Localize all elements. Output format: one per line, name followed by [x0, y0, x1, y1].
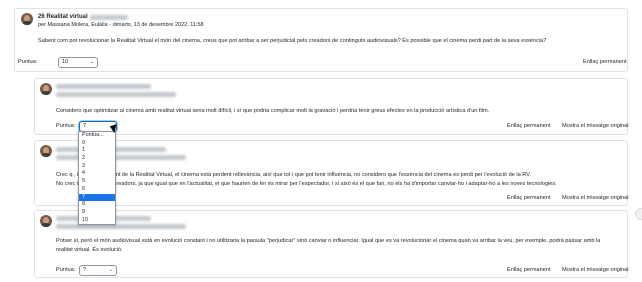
scroll-to-top-button[interactable]: [635, 208, 642, 220]
show-parent-link[interactable]: Mostra el missatge original: [562, 267, 629, 273]
discussion-post-2: Considero que optimitzar al cinema amb r…: [34, 78, 629, 135]
discussion-post-3: Crec q , independentment de la Realitat …: [34, 140, 629, 206]
rating-option[interactable]: 9: [79, 209, 115, 217]
redacted-byline: [56, 155, 186, 160]
rating-dropdown-list[interactable]: Puntua... 0 1 2 3 4 5 6 7 8 9 10: [78, 131, 116, 226]
post-message-line-2: No crec important pels creadors, ja que …: [56, 181, 557, 187]
rating-option[interactable]: 2: [79, 155, 115, 163]
post-subject: 26 Realitat virtual: [38, 14, 88, 20]
discussion-post-1: 26 Realitat virtual per Massana Molera, …: [14, 8, 628, 72]
chevron-down-icon: ⌄: [108, 267, 113, 273]
rating-option[interactable]: 6: [79, 186, 115, 194]
rating-option[interactable]: 8: [79, 201, 115, 209]
permalink-link[interactable]: Enllaç permanent: [583, 59, 627, 65]
post-message: Sabent com pot revolucionar la Realitat …: [38, 38, 547, 44]
permalink-link[interactable]: Enllaç permanent: [507, 267, 551, 273]
rating-label: Puntua:: [56, 267, 76, 273]
chevron-down-icon: ⌄: [89, 59, 94, 65]
rating-value: ?: [83, 267, 87, 273]
rating-value: 7: [83, 123, 87, 129]
post-byline: per Massana Molera, Eulàlia - dimarts, 1…: [38, 22, 204, 28]
show-parent-link[interactable]: Mostra el missatge original: [562, 195, 629, 201]
author-avatar[interactable]: [40, 145, 52, 157]
author-avatar[interactable]: [21, 13, 33, 25]
redacted-byline: [56, 224, 186, 229]
rating-option[interactable]: 4: [79, 170, 115, 178]
discussion-post-4: Potser sí, però el món audiovisual està …: [34, 210, 629, 278]
rating-option[interactable]: 0: [79, 140, 115, 148]
show-parent-link[interactable]: Mostra el missatge original: [562, 123, 629, 129]
permalink-link[interactable]: Enllaç permanent: [507, 195, 551, 201]
redacted-byline: [56, 92, 176, 97]
author-avatar[interactable]: [40, 83, 52, 95]
permalink-link[interactable]: Enllaç permanent: [507, 123, 551, 129]
rating-label: Puntua:: [18, 59, 38, 65]
redacted-subject: [56, 84, 151, 89]
rating-label: Puntua:: [56, 123, 76, 129]
rating-select[interactable]: ? ⌄: [79, 265, 117, 276]
post-message-line-2: realitat virtual. És evolució.: [56, 247, 123, 253]
post-message: Considero que optimitzar al cinema amb r…: [56, 108, 490, 114]
redacted-author: [90, 15, 128, 20]
post-message-line-1: Potser sí, però el món audiovisual està …: [56, 238, 601, 244]
rating-option[interactable]: 10: [79, 217, 115, 225]
rating-select[interactable]: 10 ⌄: [58, 57, 98, 68]
rating-option[interactable]: 3: [79, 163, 115, 171]
rating-option-selected[interactable]: 7: [79, 193, 115, 202]
rating-option[interactable]: 5: [79, 178, 115, 186]
rating-option[interactable]: Puntua...: [79, 132, 115, 140]
rating-value: 10: [62, 59, 69, 65]
rating-option[interactable]: 1: [79, 147, 115, 155]
post-message-line-1: Crec q , independentment de la Realitat …: [56, 172, 531, 178]
author-avatar[interactable]: [40, 215, 52, 227]
